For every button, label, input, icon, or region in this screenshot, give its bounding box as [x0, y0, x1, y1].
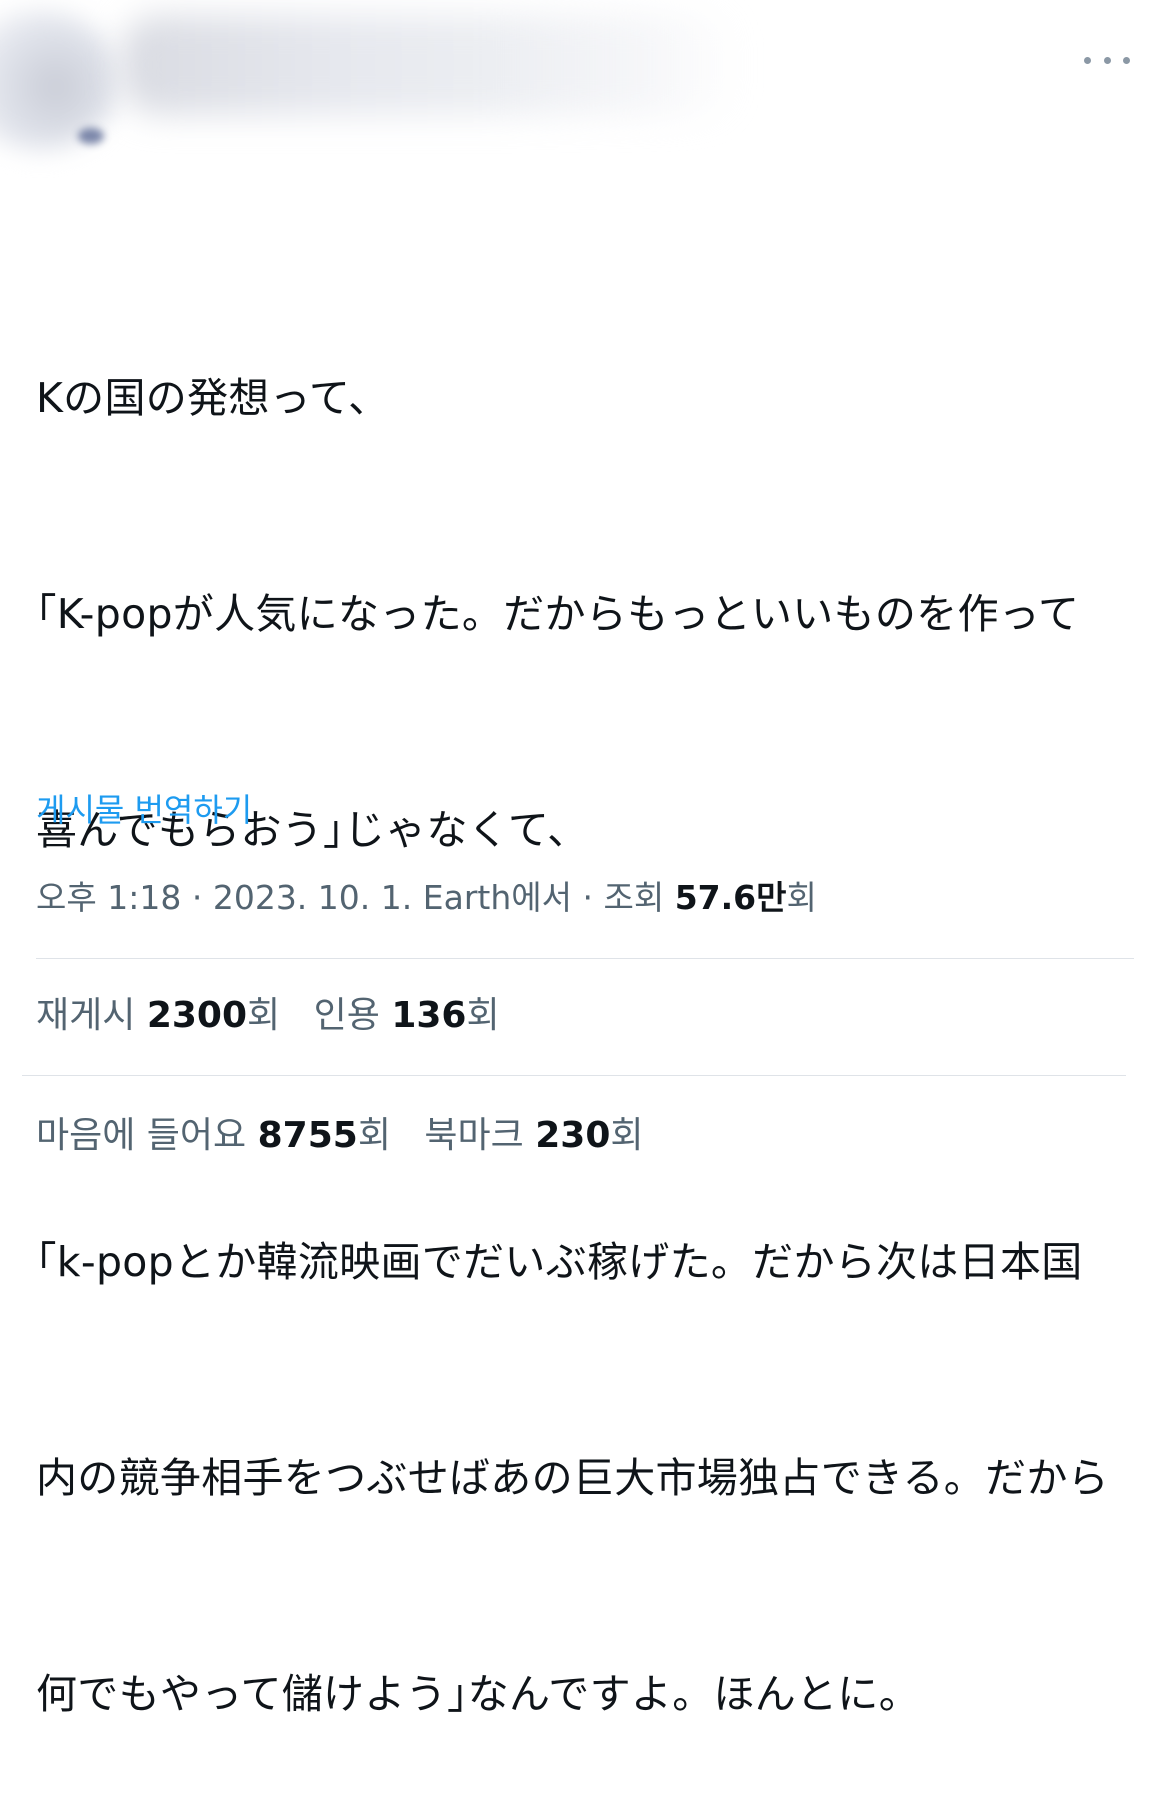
bookmarks-count: 230 — [535, 1115, 611, 1156]
likes-count: 8755 — [257, 1115, 358, 1156]
reposts-count: 2300 — [146, 995, 248, 1036]
quotes-label: 인용 — [313, 995, 380, 1036]
tweet-author-header — [0, 0, 1170, 160]
likes-label: 마음에 들어요 — [36, 1115, 247, 1156]
quotes-suffix: 회 — [466, 995, 500, 1036]
bookmarks-stat[interactable]: 북마크 230회 — [424, 1110, 643, 1162]
tweet-text-line: ｢K-popが人気になった。だからもっといいものを作って — [36, 590, 1080, 638]
more-options-button[interactable] — [1084, 46, 1130, 74]
reposts-stat[interactable]: 재게시 2300회 — [36, 990, 280, 1042]
tweet-text-line: 何でもやって儲けよう｣なんですよ。ほんとに。 — [36, 1670, 920, 1718]
views-label: 조회 — [603, 878, 665, 917]
tweet-text-line: ｢k-popとか韓流映画でだいぶ稼げた。だから次は日本国 — [36, 1238, 1083, 1286]
avatar-edge — [78, 128, 104, 144]
divider — [22, 1075, 1126, 1076]
post-time[interactable]: 오후 1:18 — [36, 878, 181, 917]
more-horizontal-icon-dot — [1123, 56, 1130, 64]
likes-suffix: 회 — [357, 1115, 391, 1156]
avatar[interactable] — [0, 10, 120, 150]
tweet-text-line: Kの国の発想って、 — [36, 374, 390, 422]
reposts-suffix: 회 — [247, 995, 281, 1036]
engagement-stats-row: 마음에 들어요 8755회 북마크 230회 — [36, 1110, 666, 1162]
tweet-meta: 오후 1:18 · 2023. 10. 1. Earth에서 · 조회 57.6… — [36, 874, 817, 922]
engagement-stats-row: 재게시 2300회 인용 136회 — [36, 990, 522, 1042]
meta-separator: · — [191, 878, 203, 917]
bookmarks-label: 북마크 — [424, 1115, 524, 1156]
author-name-blurred[interactable] — [120, 15, 740, 115]
more-horizontal-icon-dot — [1103, 56, 1111, 64]
views-count: 57.6만 — [674, 878, 787, 917]
post-source: Earth에서 — [422, 878, 572, 917]
likes-stat[interactable]: 마음에 들어요 8755회 — [36, 1110, 391, 1162]
quotes-stat[interactable]: 인용 136회 — [314, 990, 500, 1042]
bookmarks-suffix: 회 — [610, 1115, 644, 1156]
views-suffix: 회 — [786, 878, 817, 917]
divider — [36, 958, 1134, 959]
post-date[interactable]: 2023. 10. 1. — [213, 878, 412, 917]
quotes-count: 136 — [391, 995, 467, 1036]
translate-post-link[interactable]: 게시물 번역하기 — [36, 788, 252, 832]
more-horizontal-icon — [1084, 56, 1091, 64]
meta-separator: · — [582, 878, 593, 917]
reposts-label: 재게시 — [36, 995, 136, 1036]
tweet-text-line: 内の競争相手をつぶせばあの巨大市場独占できる。だから — [36, 1454, 1109, 1502]
